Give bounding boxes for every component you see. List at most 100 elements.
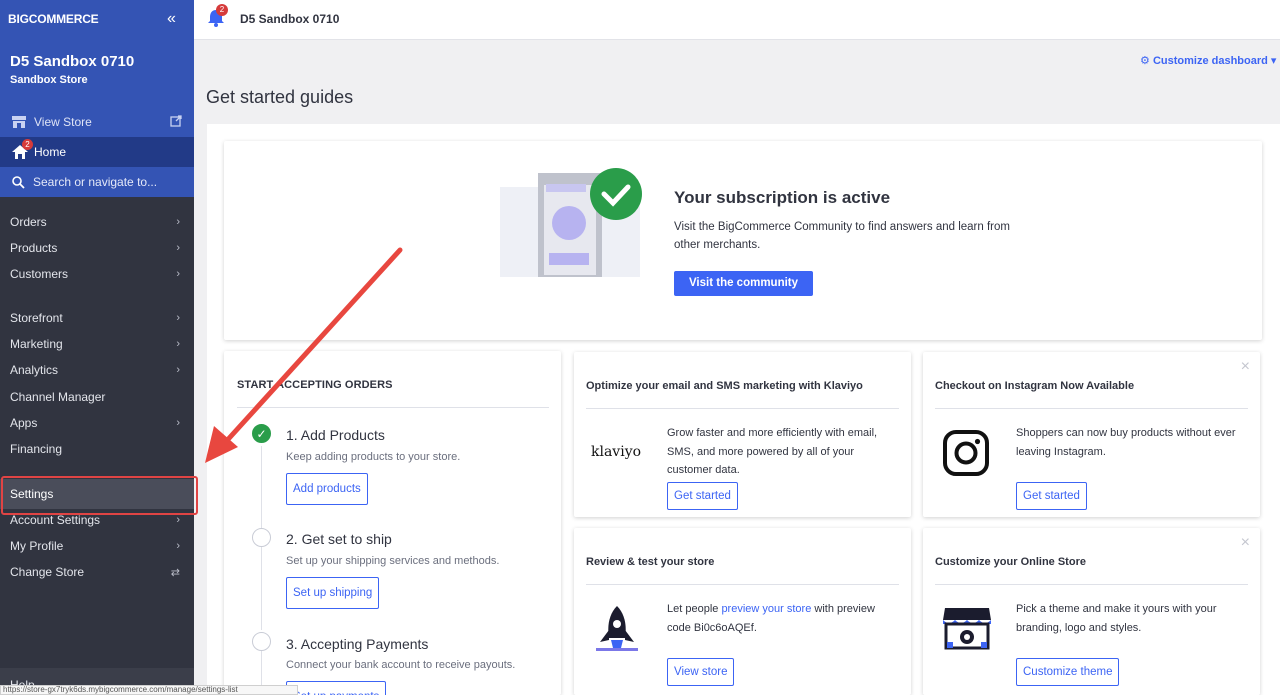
chevron-right-icon: ›: [176, 514, 180, 526]
sidebar-item-home[interactable]: 2 Home: [0, 137, 194, 167]
chevron-right-icon: ›: [176, 242, 180, 254]
sidebar: BIGCOMMERCE « D5 Sandbox 0710 Sandbox St…: [0, 0, 194, 695]
chevron-right-icon: ›: [176, 417, 180, 429]
close-icon[interactable]: ×: [1241, 358, 1250, 376]
sidebar-item-financing[interactable]: Financing: [0, 437, 194, 461]
customize-dashboard-label: Customize dashboard: [1152, 55, 1268, 67]
divider: [935, 408, 1248, 409]
sidebar-item-change-store[interactable]: Change Store ⇄: [0, 560, 194, 584]
status-bar-url: https://store-gx7tryk6ds.mybigcommerce.c…: [0, 685, 298, 695]
sidebar-item-apps[interactable]: Apps ›: [0, 411, 194, 435]
promo-text: Shoppers can now buy products without ev…: [1016, 427, 1236, 458]
collapse-sidebar-icon[interactable]: «: [167, 10, 176, 28]
store-type: Sandbox Store: [10, 74, 88, 86]
promo-title: Review & test your store: [586, 556, 715, 568]
instagram-promo-card: × Checkout on Instagram Now Available Sh…: [923, 352, 1260, 517]
step-complete-check-icon: ✓: [252, 424, 271, 443]
top-header: 2 D5 Sandbox 0710: [194, 0, 1280, 40]
sidebar-item-marketing[interactable]: Marketing ›: [0, 332, 194, 356]
step-description: Set up your shipping services and method…: [286, 555, 500, 567]
sidebar-item-orders[interactable]: Orders ›: [0, 210, 194, 234]
page-title: Get started guides: [206, 87, 354, 107]
bigcommerce-logo[interactable]: BIGCOMMERCE: [8, 12, 99, 26]
chevron-right-icon: ›: [176, 540, 180, 552]
step-title: 3. Accepting Payments: [286, 636, 429, 652]
step-pending-circle-icon: [252, 528, 271, 547]
nav-label: Channel Manager: [10, 390, 106, 404]
customize-theme-button[interactable]: Customize theme: [1016, 658, 1120, 686]
preview-store-link[interactable]: preview your store: [721, 603, 811, 615]
divider: [237, 407, 549, 408]
step-connector: [261, 546, 262, 630]
chevron-right-icon: ›: [176, 216, 180, 228]
promo-title: Customize your Online Store: [935, 556, 1086, 568]
nav-label: Change Store: [10, 565, 85, 579]
chevron-right-icon: ›: [176, 364, 180, 376]
promo-text-part: Let people: [667, 603, 722, 615]
nav-label: Analytics: [10, 363, 59, 377]
divider: [586, 408, 899, 409]
sidebar-item-analytics[interactable]: Analytics ›: [0, 358, 194, 382]
step-description: Connect your bank account to receive pay…: [286, 659, 516, 671]
step-title: 2. Get set to ship: [286, 531, 392, 547]
sidebar-item-channel-manager[interactable]: Channel Manager: [0, 385, 194, 409]
view-store-button[interactable]: View store: [667, 658, 735, 686]
nav-label: Account Settings: [10, 513, 101, 527]
add-products-button[interactable]: Add products: [286, 473, 368, 505]
subscription-title: Your subscription is active: [674, 188, 891, 207]
set-up-payments-button[interactable]: Set up payments: [286, 681, 387, 695]
view-store-label: View Store: [34, 115, 92, 129]
orders-heading: START ACCEPTING ORDERS: [237, 379, 393, 391]
start-accepting-orders-card: START ACCEPTING ORDERS ✓ 1. Add Products…: [224, 351, 561, 695]
chevron-right-icon: ›: [176, 338, 180, 350]
promo-title: Optimize your email and SMS marketing wi…: [586, 380, 863, 392]
home-icon: 2: [12, 139, 33, 159]
klaviyo-get-started-button[interactable]: Get started: [667, 482, 738, 510]
step-pending-circle-icon: [252, 632, 271, 651]
search-placeholder: Search or navigate to...: [33, 175, 158, 189]
step-description: Keep adding products to your store.: [286, 451, 461, 463]
search-icon: [12, 175, 25, 189]
nav-label: Financing: [10, 442, 63, 456]
sidebar-item-products[interactable]: Products ›: [0, 236, 194, 260]
sidebar-item-my-profile[interactable]: My Profile ›: [0, 534, 194, 558]
sidebar-item-storefront[interactable]: Storefront ›: [0, 306, 194, 330]
chevron-right-icon: ›: [176, 268, 180, 280]
nav-label: Orders: [10, 215, 47, 229]
search-navigate-input[interactable]: Search or navigate to...: [0, 167, 194, 197]
storefront-theme-icon: [943, 608, 991, 650]
promo-text: Grow faster and more efficiently with em…: [667, 427, 878, 476]
chevron-right-icon: ›: [176, 312, 180, 324]
customize-dashboard-button[interactable]: ⚙ Customize dashboard ▾: [1140, 54, 1276, 67]
instagram-get-started-button[interactable]: Get started: [1016, 482, 1087, 510]
step-connector: [261, 446, 262, 528]
nav-label: Apps: [10, 416, 38, 430]
external-link-icon: [170, 115, 182, 127]
header-store-name: D5 Sandbox 0710: [240, 12, 340, 26]
settings-highlight-annotation: [1, 476, 198, 515]
promo-text: Pick a theme and make it yours with your…: [1016, 603, 1217, 634]
sidebar-item-customers[interactable]: Customers ›: [0, 262, 194, 286]
view-store-link[interactable]: View Store: [0, 107, 194, 137]
subscription-illustration: [500, 168, 642, 277]
klaviyo-promo-card: Optimize your email and SMS marketing wi…: [574, 352, 911, 517]
step-title: 1. Add Products: [286, 427, 385, 443]
divider: [586, 584, 899, 585]
nav-label: Storefront: [10, 311, 63, 325]
home-badge: 2: [22, 139, 33, 150]
visit-community-button[interactable]: Visit the community: [674, 271, 813, 296]
close-icon[interactable]: ×: [1241, 534, 1250, 552]
review-store-card: Review & test your store Let people prev…: [574, 528, 911, 695]
caret-down-icon: ▾: [1270, 55, 1277, 67]
home-label: Home: [34, 145, 67, 159]
instagram-icon: [943, 430, 989, 476]
swap-icon: ⇄: [170, 566, 180, 579]
set-up-shipping-button[interactable]: Set up shipping: [286, 577, 380, 609]
storefront-icon: [12, 116, 26, 128]
klaviyo-logo: klaviyo: [591, 444, 642, 460]
nav-label: My Profile: [10, 539, 64, 553]
nav-label: Marketing: [10, 337, 63, 351]
logo-big-text: BIG: [8, 12, 29, 26]
nav-label: Customers: [10, 267, 69, 281]
customize-store-card: × Customize your Online Store Pick a the…: [923, 528, 1260, 695]
